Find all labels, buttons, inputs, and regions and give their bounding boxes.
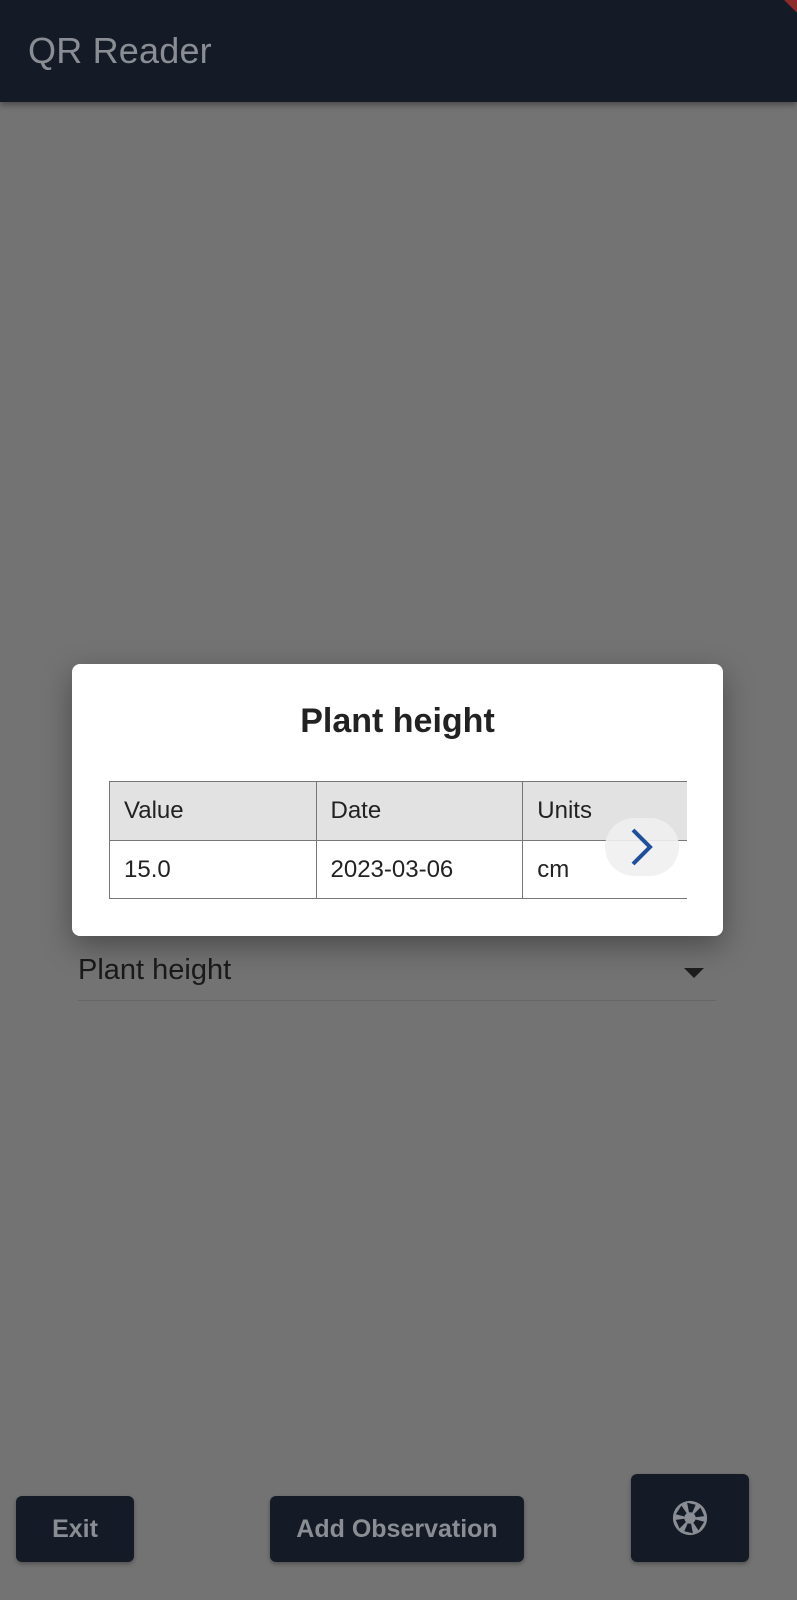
table-row: 15.0 2023-03-06 cm <box>109 840 687 899</box>
observation-table-container[interactable]: Value Date Units 15.0 2023-03-06 cm <box>109 781 687 899</box>
camera-shutter-icon <box>672 1500 708 1536</box>
observation-type-dropdown[interactable]: Plant height <box>78 944 716 1001</box>
add-observation-button[interactable]: Add Observation <box>270 1496 524 1562</box>
debug-banner <box>771 0 797 17</box>
caret-down-icon <box>684 968 704 978</box>
column-header-date: Date <box>315 781 524 841</box>
exit-button[interactable]: Exit <box>16 1496 134 1562</box>
observation-dialog: Plant height Value Date Units 15.0 2023-… <box>72 664 723 936</box>
exit-button-label: Exit <box>52 1514 98 1543</box>
camera-button[interactable] <box>631 1474 749 1562</box>
app-title: QR Reader <box>28 30 212 71</box>
column-header-value: Value <box>109 781 317 841</box>
dropdown-selected-value: Plant height <box>78 954 232 986</box>
chevron-right-icon <box>631 828 653 866</box>
table-header-row: Value Date Units <box>109 781 687 841</box>
app-bar: QR Reader <box>0 0 797 102</box>
add-observation-label: Add Observation <box>296 1514 498 1543</box>
cell-value: 15.0 <box>109 840 317 899</box>
dialog-title: Plant height <box>300 702 495 740</box>
observation-table: Value Date Units 15.0 2023-03-06 cm <box>109 781 687 899</box>
screen: QR Reader Plant height Exit Add Observat… <box>0 0 797 1600</box>
cell-date: 2023-03-06 <box>315 840 524 899</box>
scroll-right-button[interactable] <box>605 818 679 876</box>
